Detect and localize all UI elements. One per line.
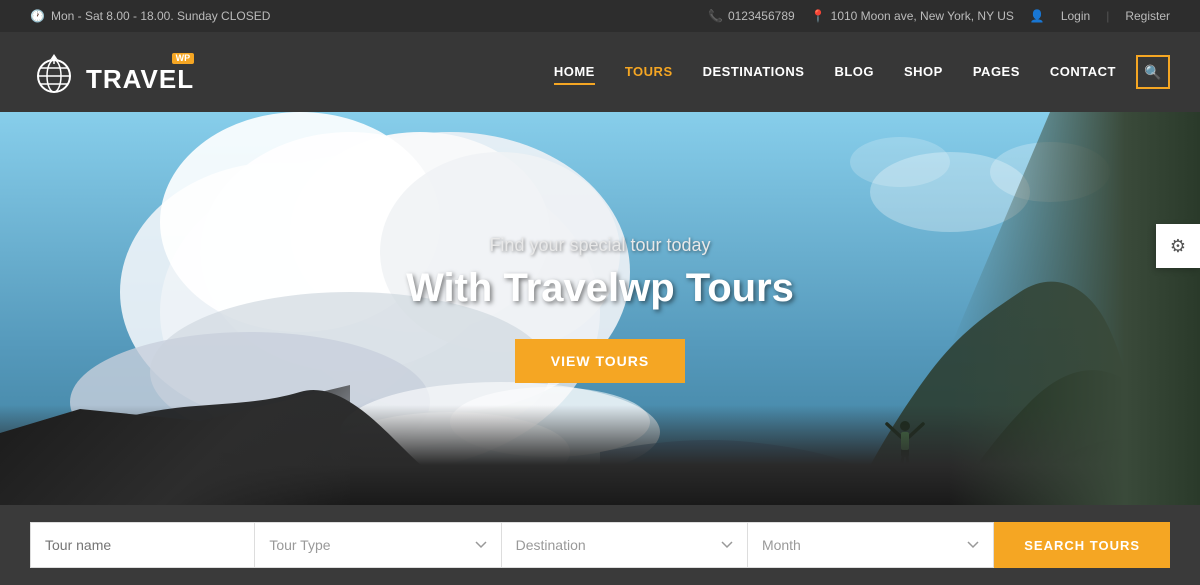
settings-panel[interactable]: ⚙ xyxy=(1156,224,1200,268)
nav-link-shop[interactable]: SHOP xyxy=(904,64,943,79)
month-select[interactable]: Month January February March April May J… xyxy=(748,522,994,568)
top-bar: 🕐 Mon - Sat 8.00 - 18.00. Sunday CLOSED … xyxy=(0,0,1200,32)
register-link[interactable]: Register xyxy=(1125,9,1170,23)
user-icon: 👤 xyxy=(1030,9,1045,23)
globe-icon xyxy=(30,48,78,96)
nav-item-blog[interactable]: BLOG xyxy=(834,63,874,81)
nav-item-shop[interactable]: SHOP xyxy=(904,63,943,81)
hours-text: Mon - Sat 8.00 - 18.00. Sunday CLOSED xyxy=(51,9,270,23)
phone-icon: 📞 xyxy=(708,9,723,23)
search-tours-button[interactable]: SEARCH TOURS xyxy=(994,522,1170,568)
destination-select[interactable]: Destination Europe Asia America Africa xyxy=(502,522,748,568)
top-bar-left: 🕐 Mon - Sat 8.00 - 18.00. Sunday CLOSED xyxy=(30,9,270,23)
tour-type-select[interactable]: Tour Type Cultural Adventure Beach City xyxy=(255,522,501,568)
divider: | xyxy=(1106,9,1109,23)
nav-item-home[interactable]: HOME xyxy=(554,63,595,81)
gear-icon: ⚙ xyxy=(1170,236,1186,257)
clock-icon: 🕐 xyxy=(30,9,45,23)
address-info: 📍 1010 Moon ave, New York, NY US xyxy=(811,9,1014,23)
location-icon: 📍 xyxy=(811,9,826,23)
tour-name-input[interactable] xyxy=(30,522,255,568)
wp-badge: WP xyxy=(172,53,195,64)
nav-link-home[interactable]: HOME xyxy=(554,64,595,85)
phone-info: 📞 0123456789 xyxy=(708,9,795,23)
nav-links: HOME TOURS DESTINATIONS BLOG SHOP PAGES … xyxy=(554,63,1116,81)
navbar: WP TRAVEL HOME TOURS DESTINATIONS BLOG S… xyxy=(0,32,1200,112)
search-icon-button[interactable]: 🔍 xyxy=(1136,55,1170,89)
phone-number: 0123456789 xyxy=(728,9,795,23)
nav-item-tours[interactable]: TOURS xyxy=(625,63,673,81)
nav-link-blog[interactable]: BLOG xyxy=(834,64,874,79)
hero-section: Find your special tour today With Travel… xyxy=(0,112,1200,505)
nav-item-pages[interactable]: PAGES xyxy=(973,63,1020,81)
nav-link-pages[interactable]: PAGES xyxy=(973,64,1020,79)
logo[interactable]: WP TRAVEL xyxy=(30,48,194,96)
address-text: 1010 Moon ave, New York, NY US xyxy=(831,9,1014,23)
nav-link-contact[interactable]: CONTACT xyxy=(1050,64,1116,79)
hero-title: With Travelwp Tours xyxy=(406,266,794,311)
top-bar-right: 📞 0123456789 📍 1010 Moon ave, New York, … xyxy=(708,9,1170,23)
search-icon: 🔍 xyxy=(1144,64,1161,81)
hero-subtitle: Find your special tour today xyxy=(406,235,794,256)
login-link[interactable]: Login xyxy=(1061,9,1090,23)
hero-rocks xyxy=(0,405,1200,505)
nav-link-tours[interactable]: TOURS xyxy=(625,64,673,79)
logo-text-group: WP TRAVEL xyxy=(86,53,194,92)
hero-content: Find your special tour today With Travel… xyxy=(406,235,794,383)
view-tours-button[interactable]: VIEW TOURS xyxy=(515,339,685,383)
nav-item-contact[interactable]: CONTACT xyxy=(1050,63,1116,81)
nav-link-destinations[interactable]: DESTINATIONS xyxy=(703,64,805,79)
search-bar: Tour Type Cultural Adventure Beach City … xyxy=(0,505,1200,585)
logo-name: TRAVEL xyxy=(86,66,194,92)
nav-item-destinations[interactable]: DESTINATIONS xyxy=(703,63,805,81)
